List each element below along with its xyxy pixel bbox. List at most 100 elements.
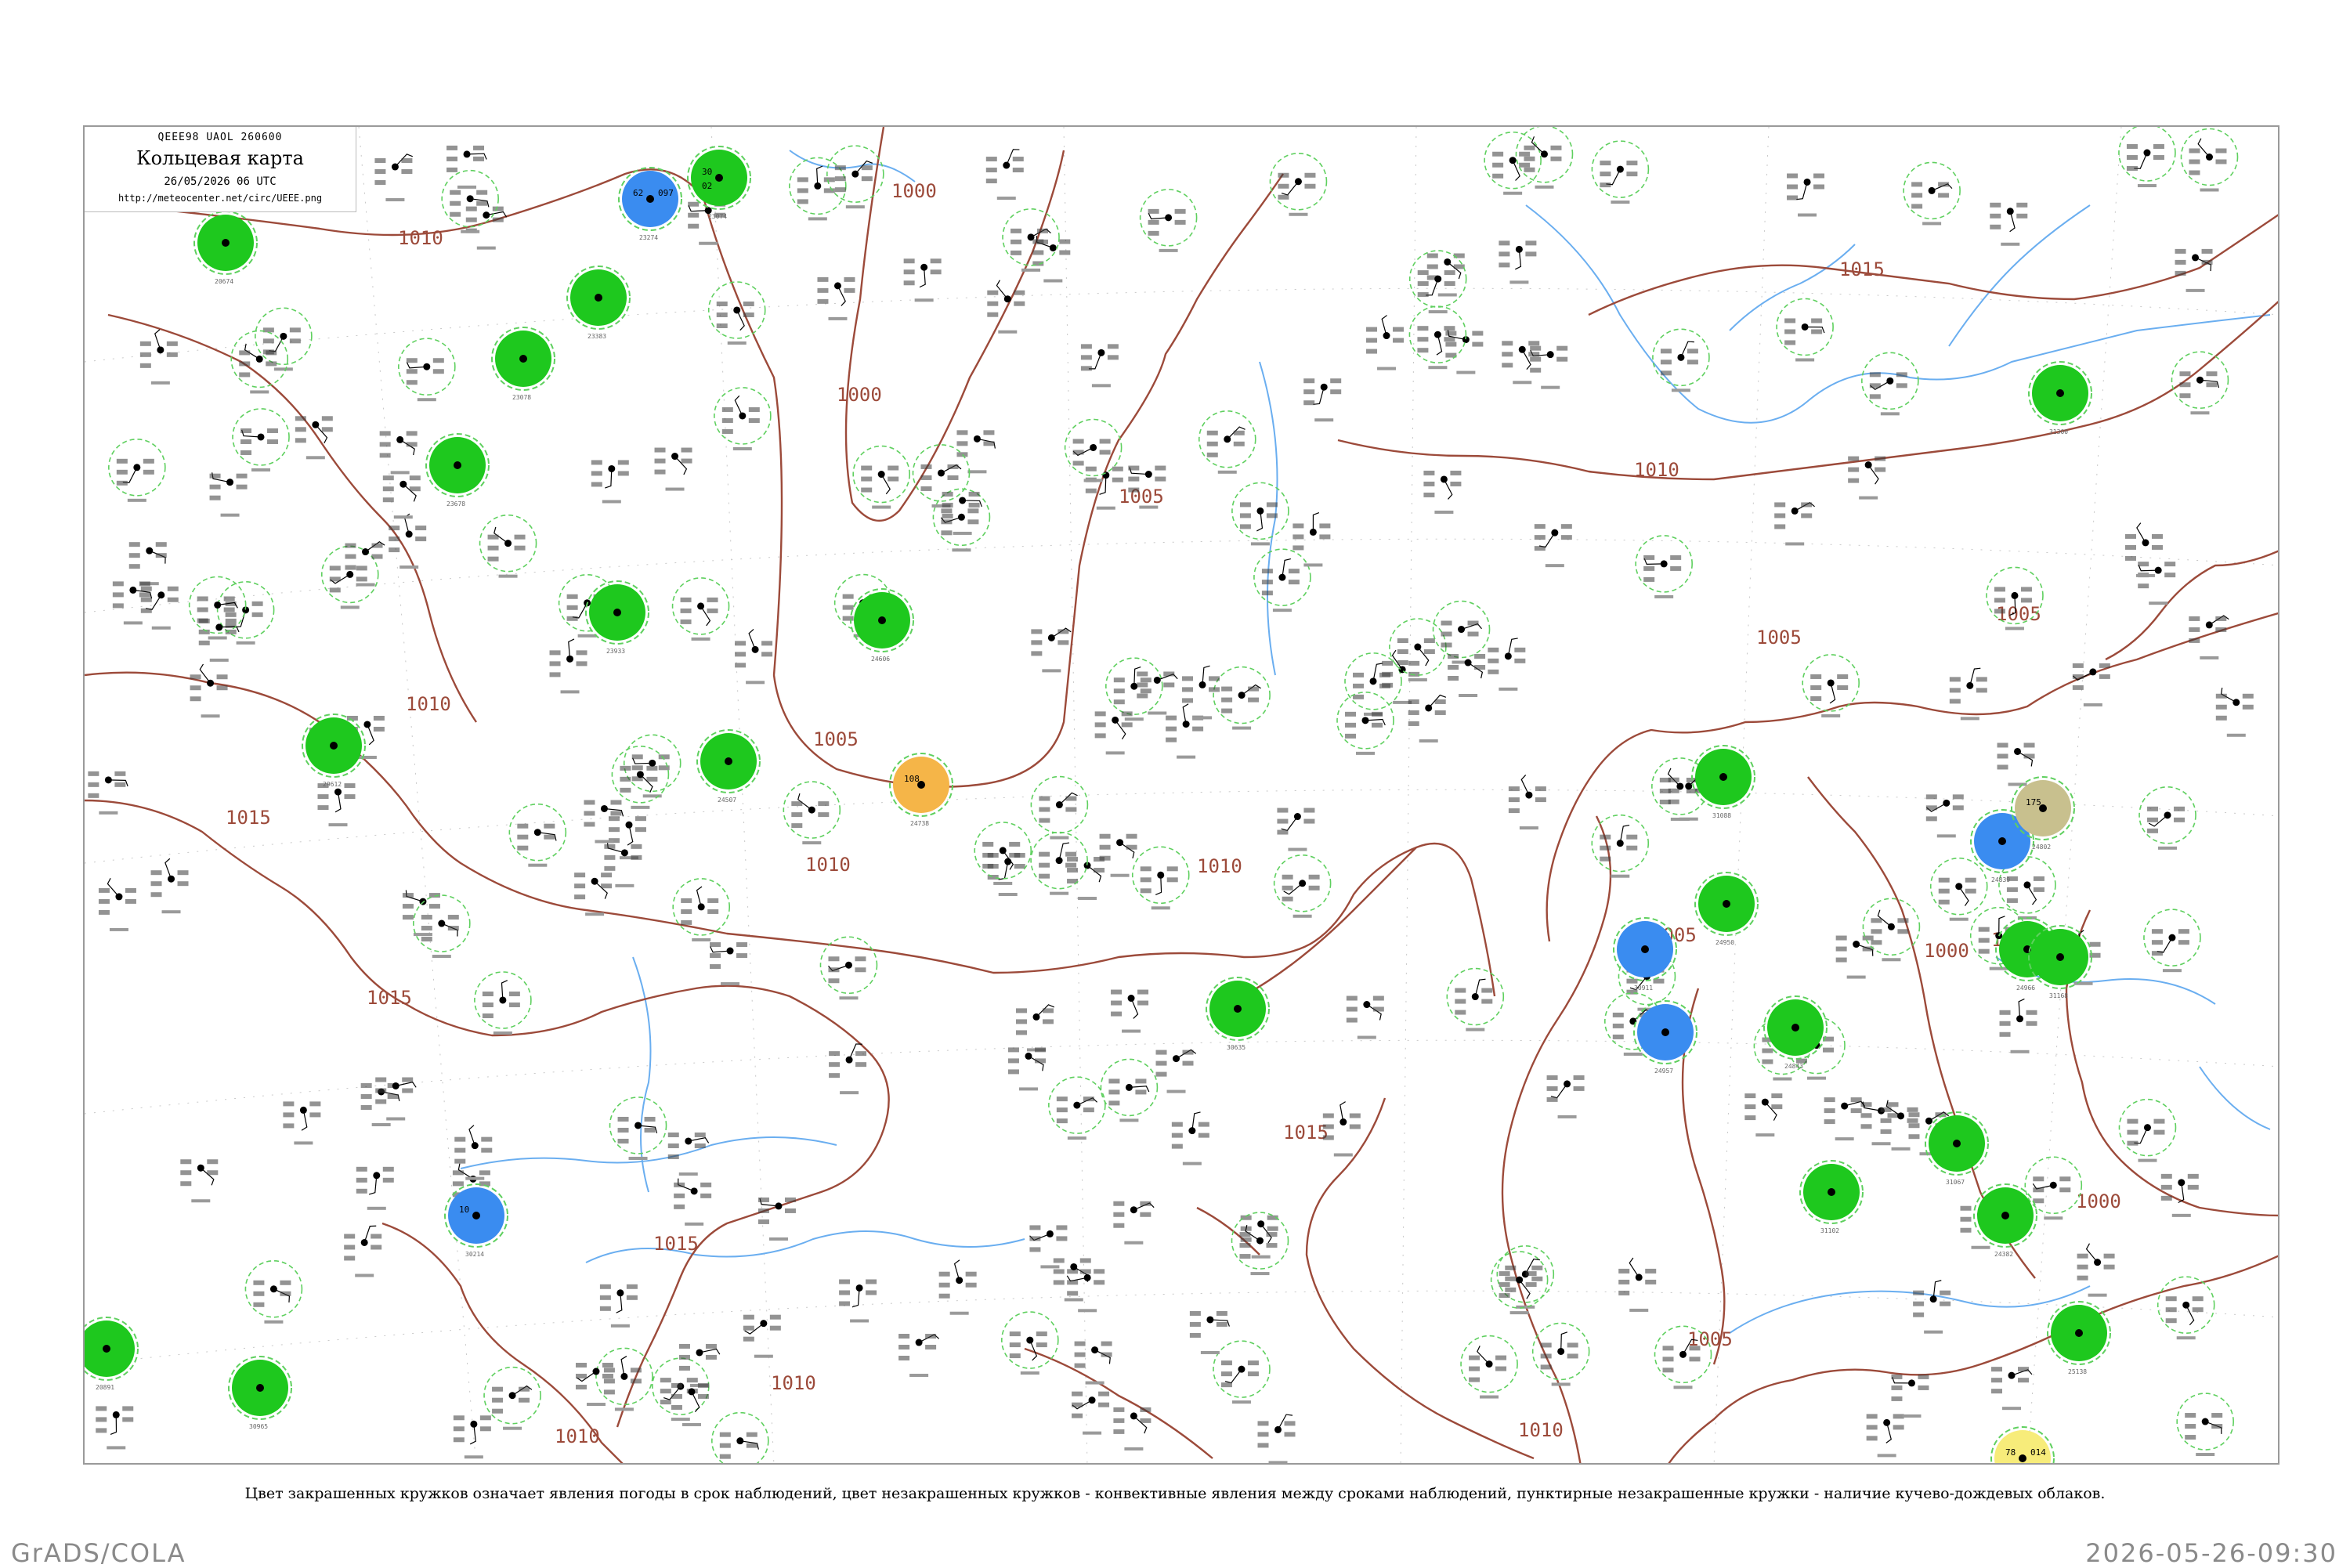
station-value-glyph <box>839 1290 851 1295</box>
station-id: 30635 <box>1227 1044 1246 1051</box>
station-value-glyph <box>1113 677 1125 683</box>
station-value-glyph <box>797 199 808 204</box>
station-marker[interactable]: 23678 <box>425 433 490 508</box>
station-value-glyph <box>1029 1236 1041 1241</box>
station-value-glyph <box>2189 627 2200 632</box>
station-marker[interactable]: 10824738 <box>889 753 953 827</box>
station-value-glyph <box>1277 807 1289 813</box>
station-value-glyph <box>2215 627 2227 632</box>
wind-barb <box>1130 998 1139 1019</box>
station-value-glyph <box>1556 356 1568 362</box>
station-dot <box>1719 773 1727 781</box>
station-value-glyph <box>888 476 899 482</box>
station-plot <box>453 1415 491 1459</box>
station-marker[interactable]: 23383 <box>566 266 631 340</box>
station-value-glyph <box>1009 1353 1021 1359</box>
station-value-glyph <box>2127 1129 2138 1135</box>
station-value-glyph <box>1423 638 1435 644</box>
station-value-glyph <box>155 553 167 558</box>
station-value-glyph <box>660 1389 671 1394</box>
station-id-glyph <box>201 714 220 718</box>
station-id-glyph <box>628 1156 648 1160</box>
station-value-glyph <box>1094 733 1106 739</box>
station-value-glyph <box>1893 1425 1904 1430</box>
station-value-glyph <box>382 497 394 503</box>
station-value-glyph <box>1455 988 1466 993</box>
station-value-glyph <box>1556 345 1568 351</box>
station-marker[interactable]: 31067 <box>1925 1111 1989 1186</box>
station-value-glyph <box>710 964 721 970</box>
station-marker[interactable]: 24950 <box>1694 872 1759 946</box>
station-id-glyph <box>614 1407 634 1411</box>
station-plot <box>1072 1391 1110 1435</box>
map-url[interactable]: http://meteocenter.net/circ/UEEE.png <box>85 193 356 204</box>
station-value-glyph <box>450 190 461 195</box>
station-marker[interactable]: 31102 <box>1799 1160 1864 1234</box>
station-value-glyph <box>746 1432 757 1437</box>
station-marker[interactable]: 20674 <box>193 211 258 285</box>
station-dot <box>613 609 621 616</box>
station-value-glyph <box>2153 155 2164 161</box>
station-marker[interactable]: 31088 <box>1691 745 1755 819</box>
station-marker[interactable]: 24843 <box>1763 995 1828 1070</box>
station-value-glyph <box>1182 1060 1194 1066</box>
isobar-label: 1005 <box>1756 627 1802 649</box>
station-value-glyph <box>1535 797 1546 803</box>
station-plot <box>1546 1075 1585 1118</box>
station-value-glyph <box>450 211 461 217</box>
station-value-glyph <box>757 1197 769 1202</box>
station-marker[interactable]: 23933 <box>585 580 649 655</box>
station-value-glyph <box>903 258 915 264</box>
station-value-glyph <box>452 1170 464 1176</box>
station-marker[interactable]: 300223074 <box>687 146 751 220</box>
station-value-glyph <box>517 845 529 851</box>
station-marker[interactable]: 23078 <box>491 327 555 401</box>
station-value-glyph <box>2033 1176 2044 1182</box>
station-id: 24507 <box>718 797 736 804</box>
station-plot <box>1515 127 1574 189</box>
station-value-glyph <box>1074 1341 1086 1346</box>
station-value-glyph <box>1744 1115 1756 1121</box>
station-value-glyph <box>1499 251 1510 257</box>
weather-map[interactable]: 1010 1000 1000 1005 1015 1010 1005 1010 … <box>85 127 2280 1465</box>
station-id-glyph <box>631 805 650 809</box>
station-dot <box>519 355 527 363</box>
station-id-glyph <box>1679 817 1698 821</box>
station-plot <box>479 514 537 578</box>
station-id-glyph <box>671 1418 690 1422</box>
station-marker[interactable]: 7801431416 <box>1990 1426 2055 1465</box>
station-value-glyph <box>761 652 773 657</box>
station-marker[interactable]: 62 09723274 <box>618 167 682 241</box>
station-value-glyph <box>98 909 110 915</box>
station-value-glyph <box>608 816 620 822</box>
station-value-glyph <box>356 1177 367 1183</box>
station-dot <box>330 742 338 750</box>
station-marker[interactable]: 29612 <box>302 714 366 788</box>
station-value-glyph <box>982 852 994 858</box>
station-value-glyph <box>1965 888 1976 894</box>
station-value-glyph <box>1382 671 1394 677</box>
station-value-glyph <box>1502 352 1513 357</box>
station-value-glyph <box>2126 155 2138 161</box>
station-value-glyph <box>1871 918 1882 923</box>
station-marker[interactable]: 30635 <box>1206 977 1270 1051</box>
station-id: 29612 <box>323 781 342 788</box>
station-marker[interactable]: 24507 <box>696 729 761 804</box>
station-marker[interactable]: 31300 <box>2028 361 2092 435</box>
station-value-glyph <box>1121 722 1133 728</box>
station-value-glyph <box>1304 172 1316 178</box>
station-plot <box>1001 1311 1059 1375</box>
station-value-glyph <box>1128 487 1140 493</box>
station-value-glyph <box>1960 1216 1972 1222</box>
station-marker[interactable]: 24606 <box>850 588 914 663</box>
station-value-glyph <box>508 991 520 996</box>
station-value-glyph <box>620 765 631 771</box>
station-marker[interactable]: 30965 <box>228 1356 292 1430</box>
station-marker[interactable]: 20891 <box>85 1317 139 1391</box>
station-id-glyph <box>1428 310 1448 314</box>
station-id: 23078 <box>512 394 531 401</box>
station-id-glyph <box>850 1319 870 1323</box>
station-dot <box>725 757 732 765</box>
station-value-glyph <box>283 1101 295 1107</box>
station-value-glyph <box>2099 674 2110 679</box>
